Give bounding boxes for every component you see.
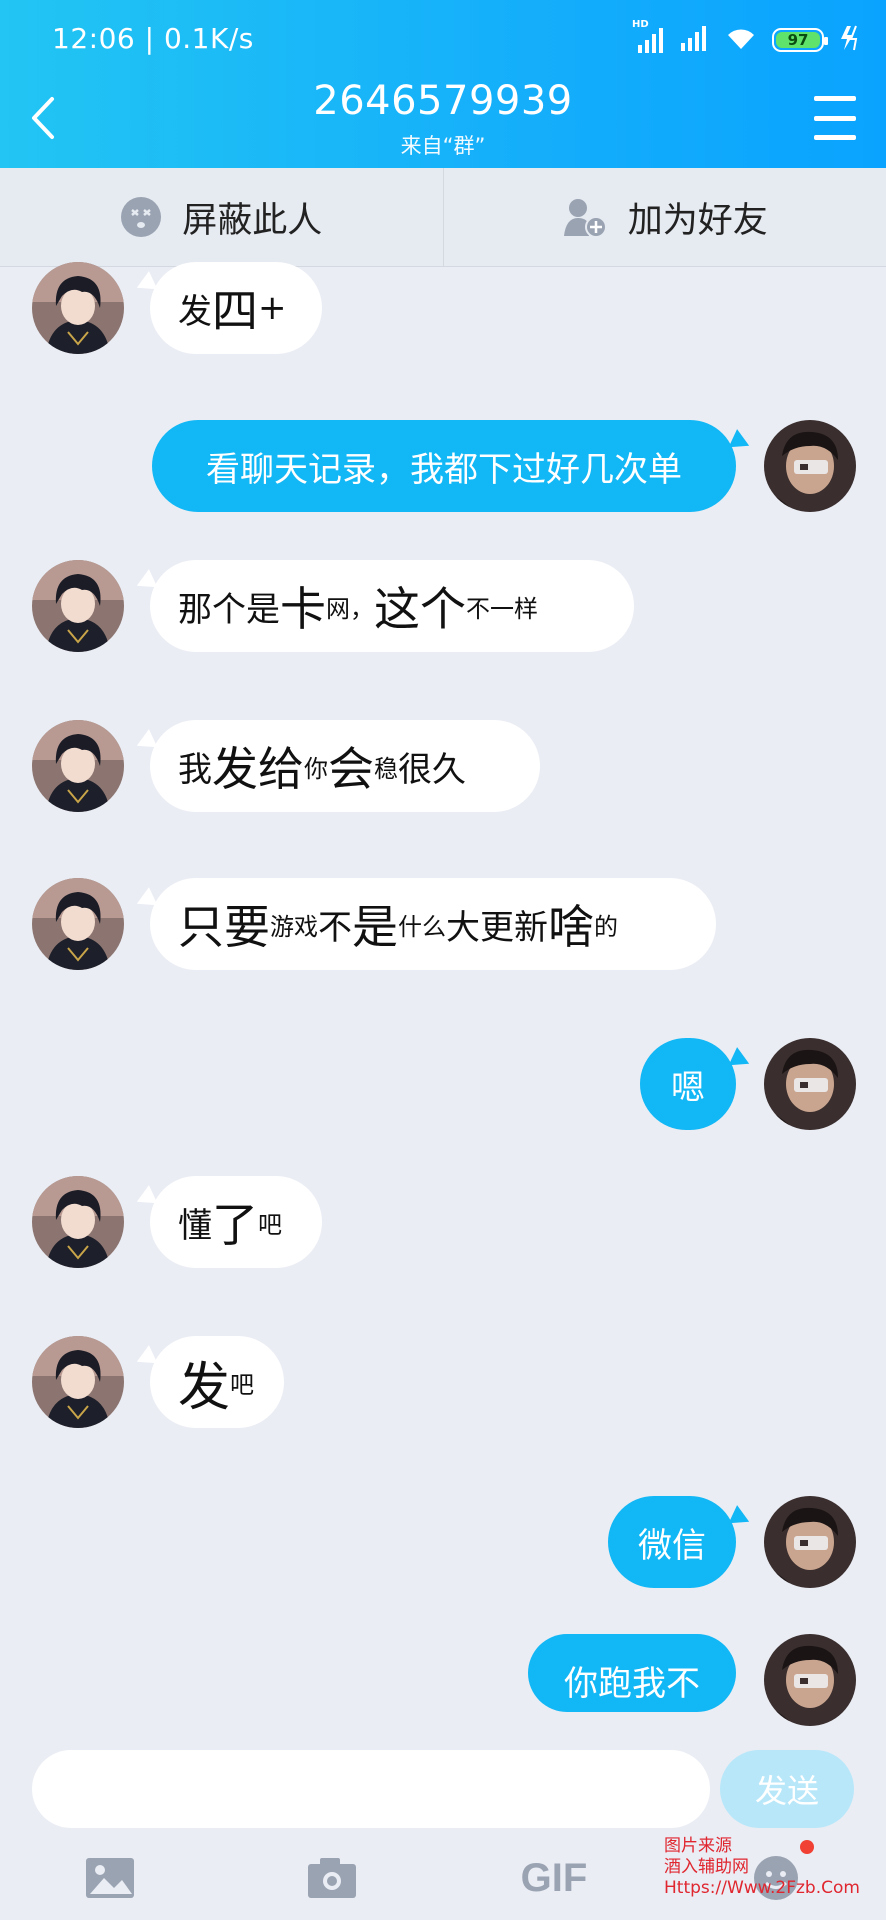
send-button[interactable]: 发送 [720,1750,854,1828]
message-text-segment: 四 [212,284,258,338]
incoming-message[interactable]: 那个是卡网， 这个 不一样 [150,560,634,652]
incoming-message[interactable]: 只要 游戏不是什么 大更新啥的 [150,878,716,970]
camera-icon [308,1858,356,1898]
gif-button[interactable]: GIF [521,1850,588,1906]
sender-avatar[interactable] [32,262,124,354]
status-icons: HD 97 [632,19,862,58]
message-text-segment: 了 [212,1198,258,1252]
hd-signal-icon: HD [632,19,666,53]
message-text-segment: 我 [178,749,212,790]
message-text-segment: 会 [328,742,374,796]
incoming-message[interactable]: 我发给你会稳很久 [150,720,540,812]
message-text-segment: 很久 [398,749,466,790]
sender-avatar[interactable] [32,878,124,970]
message-text-segment: 发给 [212,742,304,796]
my-avatar[interactable] [764,1038,856,1130]
battery-level: 97 [787,31,809,49]
outgoing-message[interactable]: 你跑我不 [528,1634,736,1712]
action-bar: 屏蔽此人 加为好友 [0,168,886,267]
message-text-segment: + [258,288,287,328]
block-user-label: 屏蔽此人 [182,200,323,241]
status-time: 12:06 | 0.1K/s [52,22,254,55]
message-text-segment: 懂 [178,1205,212,1246]
battery-icon: 97 [772,28,828,52]
message-text-segment: 这个 [374,582,466,636]
page-subtitle: 来自“群” [400,134,486,158]
message-text-segment: 是 [352,900,398,954]
camera-button[interactable] [304,1850,360,1906]
sender-avatar[interactable] [32,1336,124,1428]
message-text-segment: 游戏 [270,912,318,941]
chat-header: 12:06 | 0.1K/s HD 97 2646579939 来自“群” [0,0,886,168]
incoming-message[interactable]: 发四 + [150,262,322,354]
image-button[interactable] [82,1850,138,1906]
incoming-message[interactable]: 懂了吧 [150,1176,322,1268]
message-text-segment: 卡 [280,582,326,636]
charging-icon [838,25,862,55]
message-text-segment: 那个是 [178,589,280,630]
message-text-segment: 你 [304,754,328,783]
message-text-segment: 啥 [548,900,594,954]
add-person-icon [563,199,607,238]
network-speed: 0.1K/s [163,22,254,55]
wifi-icon [724,25,758,55]
outgoing-message[interactable]: 看聊天记录，我都下过好几次单 [152,420,736,512]
input-bar: 发送 [0,1730,886,1830]
message-input[interactable] [32,1750,710,1828]
message-text-segment: 稳 [374,754,398,783]
message-text: 嗯 [671,1067,705,1108]
my-avatar[interactable] [764,1496,856,1588]
sender-avatar[interactable] [32,720,124,812]
incoming-message[interactable]: 发吧 [150,1336,284,1428]
sender-avatar[interactable] [32,560,124,652]
message-text-segment: 的 [594,912,618,941]
message-text-segment: 大更新 [446,907,548,948]
add-friend-button[interactable]: 加为好友 [442,168,886,266]
menu-icon [814,96,856,101]
my-avatar[interactable] [764,420,856,512]
block-user-button[interactable]: 屏蔽此人 [0,168,443,266]
page-title: 2646579939 [313,78,573,124]
clock-text: 12:06 [52,22,136,55]
message-text-segment: 网， [326,594,374,623]
image-icon [86,1858,134,1898]
message-text-segment: 不 [318,907,352,948]
gif-icon: GIF [520,1855,588,1900]
add-friend-label: 加为好友 [627,200,768,241]
menu-button[interactable] [814,96,856,140]
message-text-segment: 吧 [258,1210,282,1239]
watermark: 图片来源 酒入辅助网 Https://Www.2Fzb.Com [664,1836,860,1898]
message-text-segment: 只要 [178,900,270,954]
message-text: 看聊天记录，我都下过好几次单 [206,449,682,490]
signal-icon [680,25,710,55]
message-text-segment: 发 [178,1357,231,1418]
message-text: 微信 [638,1525,706,1566]
outgoing-message[interactable]: 嗯 [640,1038,736,1130]
message-text: 你跑我不 [564,1664,700,1704]
outgoing-message[interactable]: 微信 [608,1496,736,1588]
message-text-segment: 什么 [398,912,446,941]
sender-avatar[interactable] [32,1176,124,1268]
message-text-segment: 不一样 [466,594,538,623]
block-face-icon [121,197,162,237]
my-avatar[interactable] [764,1634,856,1726]
message-text-segment: 发 [178,291,212,332]
message-text-segment: 吧 [230,1370,255,1399]
